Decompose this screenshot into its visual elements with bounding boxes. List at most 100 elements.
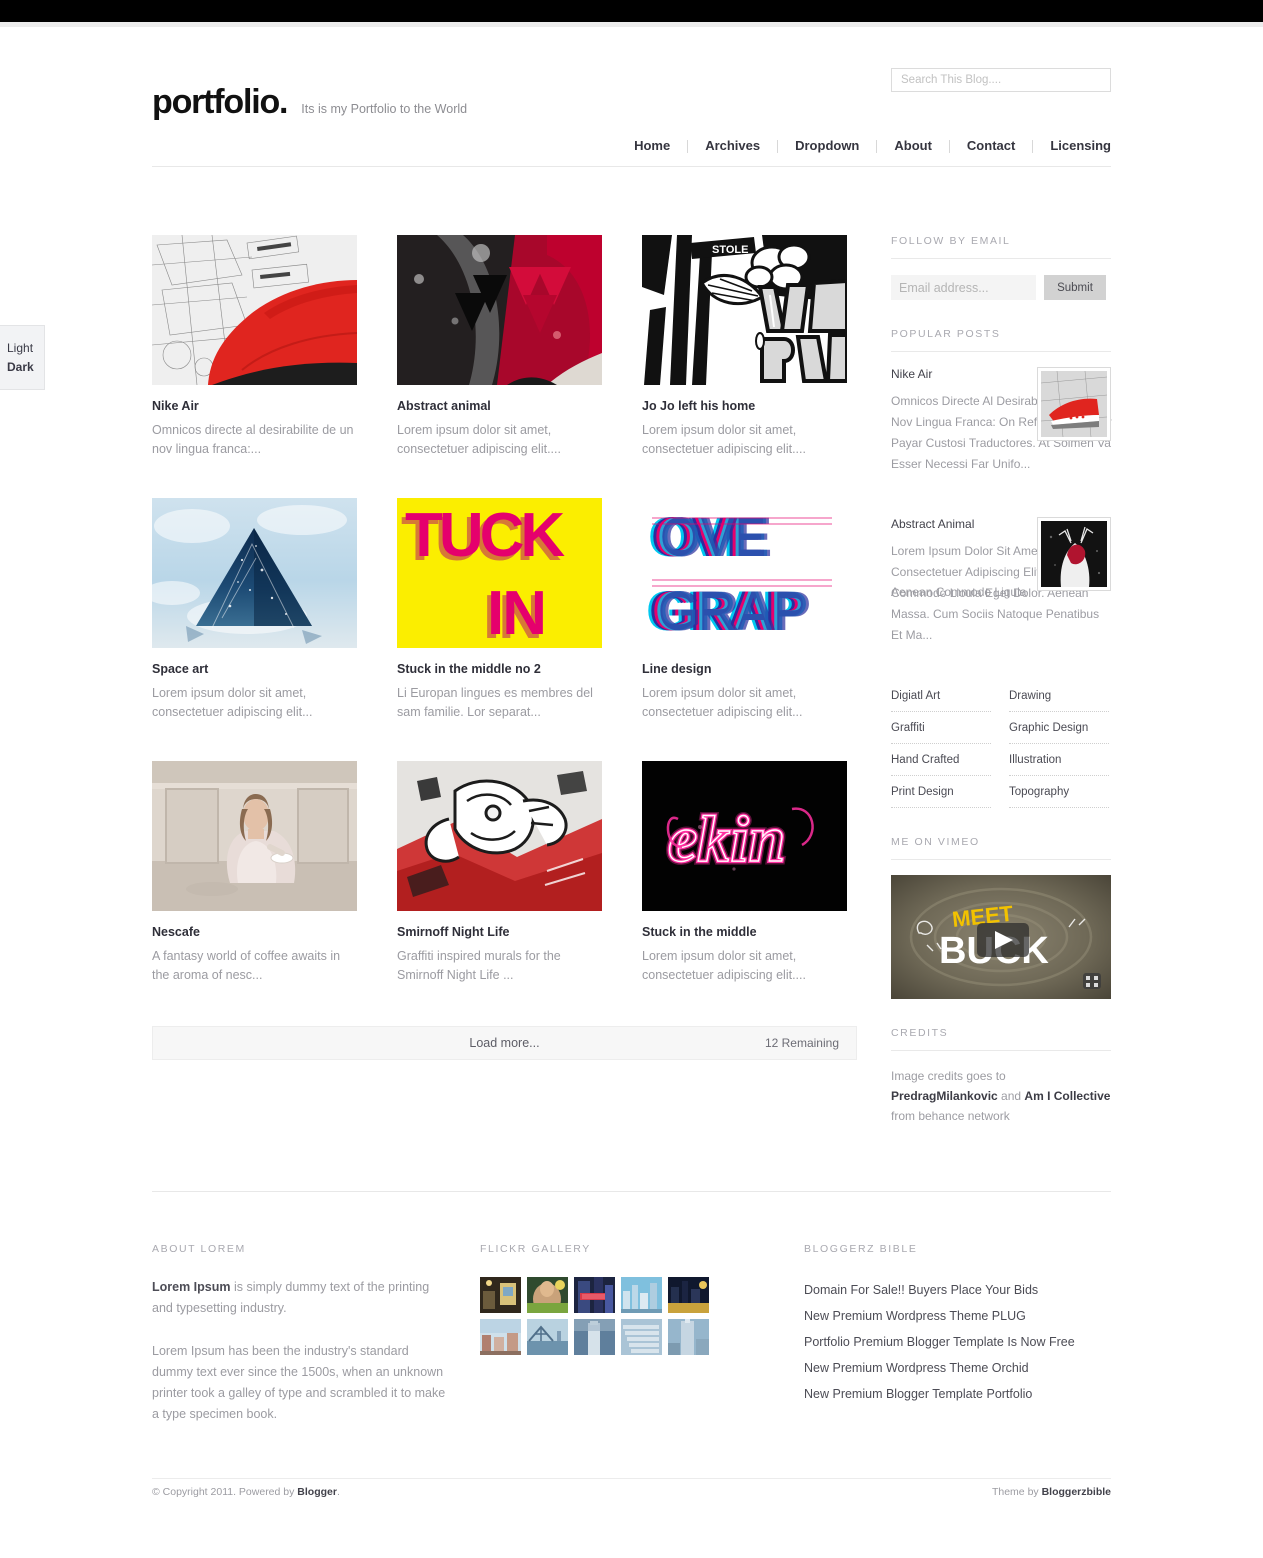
post-title[interactable]: Smirnoff Night Life [397, 925, 602, 939]
page-wrapper: portfolio. Its is my Portfolio to the Wo… [152, 27, 1112, 1154]
post-title[interactable]: Jo Jo left his home [642, 399, 847, 413]
category-item[interactable]: Digiatl Art [891, 680, 991, 712]
theme-option-dark[interactable]: Dark [7, 361, 44, 373]
nav-item-about[interactable]: About [877, 139, 949, 153]
copyright-prefix: © Copyright 2011. Powered by [152, 1486, 298, 1498]
footer-top-divider [152, 1191, 1111, 1192]
post-thumbnail-space[interactable] [152, 498, 357, 648]
post-thumbnail-graffiti[interactable]: STOLE [642, 235, 847, 385]
post-title[interactable]: Stuck in the middle [642, 925, 847, 939]
email-input[interactable] [891, 275, 1036, 300]
widget-title: CREDITS [891, 1027, 949, 1039]
top-black-bar [0, 0, 1263, 22]
about-paragraph-2: Lorem Ipsum has been the industry's stan… [152, 1344, 446, 1421]
post-card[interactable]: ekin ekin ekin Stuck in the middle Lorem… [642, 761, 847, 985]
svg-text:GRAP: GRAP [658, 579, 809, 642]
post-title[interactable]: Nescafe [152, 925, 357, 939]
about-paragraph-1: Lorem Ipsum is simply dummy text of the … [152, 1277, 452, 1319]
footer-section-title: FLICKR GALLERY [480, 1243, 591, 1255]
nav-item-contact[interactable]: Contact [950, 139, 1032, 153]
subscribe-form: Submit [891, 275, 1111, 300]
category-item[interactable]: Print Design [891, 776, 991, 808]
post-card[interactable]: Nescafe A fantasy world of coffee awaits… [152, 761, 357, 985]
nav-item-licensing[interactable]: Licensing [1033, 139, 1111, 153]
category-item[interactable]: Drawing [1009, 680, 1109, 712]
post-thumbnail-abstract[interactable] [397, 235, 602, 385]
bible-link[interactable]: New Premium Blogger Template Portfolio [804, 1381, 1104, 1407]
flickr-thumb[interactable] [480, 1319, 521, 1355]
flickr-thumb[interactable] [574, 1277, 615, 1313]
footer-flickr: FLICKR GALLERY [480, 1243, 790, 1425]
load-more-button[interactable]: Load more... [153, 1036, 856, 1050]
popular-post-item[interactable]: Nike Air Omnicos Directe Al Desirabilite… [891, 367, 1112, 502]
bible-link[interactable]: New Premium Wordpress Theme PLUG [804, 1303, 1104, 1329]
blogger-link[interactable]: Blogger [297, 1486, 337, 1498]
post-card[interactable]: Abstract animal Lorem ipsum dolor sit am… [397, 235, 602, 459]
search-input[interactable] [891, 68, 1111, 92]
svg-text:STOLE: STOLE [712, 244, 748, 256]
popular-post-thumbnail-abstract[interactable] [1037, 517, 1111, 591]
theme-prefix: Theme by [991, 1486, 1042, 1498]
theme-option-light[interactable]: Light [7, 342, 44, 354]
post-card[interactable]: Nike Air Omnicos directe al desirabilite… [152, 235, 357, 459]
theme-switcher[interactable]: Light Dark [0, 325, 45, 390]
flickr-gallery [480, 1277, 760, 1361]
category-list: Digiatl Art Drawing Graffiti Graphic Des… [891, 680, 1111, 808]
bible-link[interactable]: New Premium Wordpress Theme Orchid [804, 1355, 1104, 1381]
post-excerpt: Graffiti inspired murals for the Smirnof… [397, 949, 561, 982]
bible-link[interactable]: Portfolio Premium Blogger Template Is No… [804, 1329, 1104, 1355]
flickr-thumb[interactable] [621, 1319, 662, 1355]
popular-post-item[interactable]: Abstract Animal Lorem Ipsum Dolor Sit Am… [891, 517, 1111, 652]
site-header: portfolio. Its is my Portfolio to the Wo… [152, 27, 1111, 167]
header-divider [152, 166, 1111, 167]
post-excerpt: Lorem ipsum dolor sit amet, consectetuer… [642, 949, 806, 982]
bible-link[interactable]: Domain For Sale!! Buyers Place Your Bids [804, 1277, 1104, 1303]
category-item[interactable]: Graphic Design [1009, 712, 1109, 744]
widget-vimeo: ME ON VIMEO MEET [891, 836, 1111, 999]
widget-divider [891, 258, 1111, 259]
post-thumbnail-linedesign[interactable]: OVE OVE OVE OVE OVE GRAP GRAP GRAP GRAP [642, 498, 847, 648]
theme-credit-text: Theme by Bloggerzbible [992, 1486, 1111, 1498]
nav-item-dropdown[interactable]: Dropdown [778, 139, 876, 153]
flickr-thumb[interactable] [621, 1277, 662, 1313]
flickr-thumb[interactable] [668, 1277, 709, 1313]
vimeo-player[interactable]: MEET BUCK [891, 875, 1111, 999]
nav-item-archives[interactable]: Archives [688, 139, 777, 153]
submit-button[interactable]: Submit [1044, 275, 1106, 300]
post-title[interactable]: Nike Air [152, 399, 357, 413]
footer-section-title: BLOGGERZ BIBLE [804, 1243, 918, 1255]
widget-divider [891, 859, 1111, 860]
post-card[interactable]: Smirnoff Night Life Graffiti inspired mu… [397, 761, 602, 985]
post-card[interactable]: STOLE Jo Jo left his home Lorem ipsum do… [642, 235, 847, 459]
bloggerzbible-link[interactable]: Bloggerzbible [1042, 1486, 1111, 1498]
category-item[interactable]: Hand Crafted [891, 744, 991, 776]
post-thumbnail-neon[interactable]: ekin ekin ekin [642, 761, 847, 911]
category-item[interactable]: Graffiti [891, 712, 991, 744]
category-item[interactable]: Topography [1009, 776, 1109, 808]
footer-section-title: ABOUT LOREM [152, 1243, 246, 1255]
popular-post-thumbnail-nike[interactable] [1037, 367, 1111, 441]
page-root: Light Dark portfolio. Its is my Portfoli… [0, 0, 1263, 1558]
post-title[interactable]: Space art [152, 662, 357, 676]
category-item[interactable]: Illustration [1009, 744, 1109, 776]
post-title[interactable]: Abstract animal [397, 399, 602, 413]
flickr-thumb[interactable] [527, 1319, 568, 1355]
post-card[interactable]: Space art Lorem ipsum dolor sit amet, co… [152, 498, 357, 722]
post-thumbnail-tuckin[interactable]: TUCK TUCK IN IN [397, 498, 602, 648]
post-thumbnail-mural[interactable] [397, 761, 602, 911]
post-excerpt: Li Europan lingues es membres del sam fa… [397, 686, 593, 719]
flickr-thumb[interactable] [668, 1319, 709, 1355]
post-title[interactable]: Line design [642, 662, 847, 676]
widget-divider [891, 351, 1111, 352]
nav-item-home[interactable]: Home [617, 139, 687, 153]
post-grid-column: Nike Air Omnicos directe al desirabilite… [152, 235, 857, 1154]
post-thumbnail-shoe[interactable] [152, 235, 357, 385]
flickr-thumb[interactable] [527, 1277, 568, 1313]
flickr-thumb[interactable] [574, 1319, 615, 1355]
post-thumbnail-nescafe[interactable] [152, 761, 357, 911]
flickr-thumb[interactable] [480, 1277, 521, 1313]
load-more-bar[interactable]: Load more... 12 Remaining [152, 1026, 857, 1060]
post-title[interactable]: Stuck in the middle no 2 [397, 662, 602, 676]
post-card[interactable]: TUCK TUCK IN IN Stuck in the middle no 2… [397, 498, 602, 722]
post-card[interactable]: OVE OVE OVE OVE OVE GRAP GRAP GRAP GRAP [642, 498, 847, 722]
